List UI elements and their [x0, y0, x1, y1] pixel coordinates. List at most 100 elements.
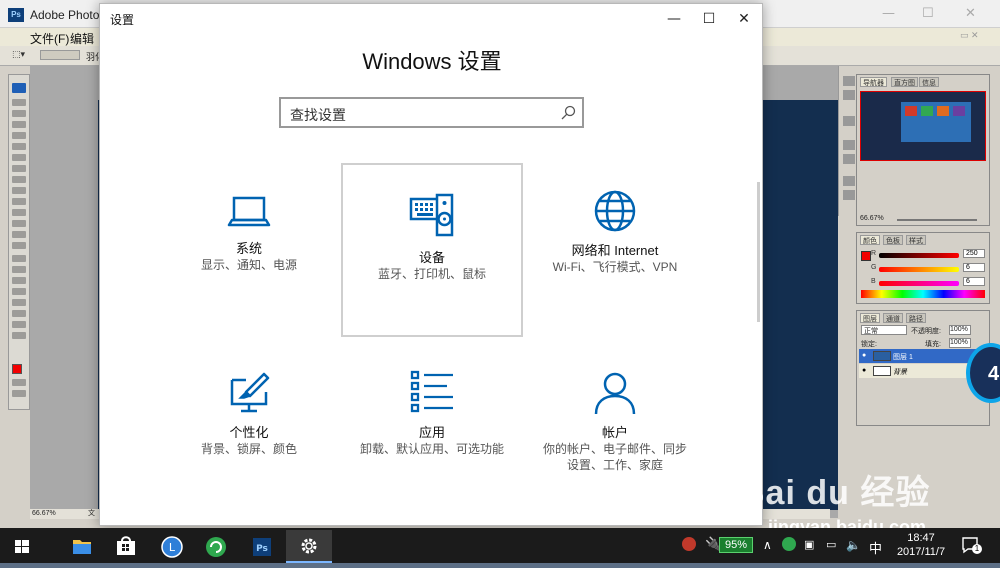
magic-wand-tool-icon[interactable]	[12, 132, 26, 139]
tab-navigator[interactable]: 导航器	[860, 77, 887, 87]
ps-zoom-status: 66.67%	[32, 510, 56, 517]
volume-icon[interactable]: 🔈	[846, 538, 861, 552]
tab-layers[interactable]: 图层	[860, 313, 880, 323]
quick-mask-icon[interactable]	[12, 379, 26, 386]
start-button[interactable]	[0, 530, 44, 563]
brush-tool-icon[interactable]	[12, 176, 26, 183]
zoom-tool-icon[interactable]	[12, 332, 26, 339]
path-selection-tool-icon[interactable]	[12, 255, 26, 262]
dock-button[interactable]	[843, 90, 855, 100]
blend-mode-select[interactable]: 正常	[861, 325, 907, 335]
tile-system[interactable]: 系统 显示、通知、电源	[158, 192, 340, 366]
ps-maximize-button[interactable]: ☐	[922, 6, 934, 21]
ime-indicator[interactable]: 中	[869, 538, 882, 557]
opacity-input[interactable]: 100%	[949, 325, 971, 335]
ps-close-button[interactable]: ✕	[965, 6, 976, 21]
layer-name[interactable]: 背景	[893, 367, 907, 377]
tray-app-icon[interactable]: ▣	[804, 538, 814, 551]
tab-channels[interactable]: 通道	[883, 313, 903, 323]
taskbar-photoshop[interactable]: Ps	[240, 530, 284, 563]
slider-green[interactable]	[879, 267, 959, 272]
tab-styles[interactable]: 样式	[906, 235, 926, 245]
value-blue[interactable]: 6	[963, 277, 985, 286]
menu-edit[interactable]: 编辑	[70, 30, 94, 47]
notes-tool-icon[interactable]	[12, 299, 26, 306]
fill-input[interactable]: 100%	[949, 338, 971, 348]
history-brush-tool-icon[interactable]	[12, 198, 26, 205]
tile-personalization[interactable]: 个性化 背景、锁屏、颜色	[158, 370, 340, 544]
value-red[interactable]: 250	[963, 249, 985, 258]
tab-histogram[interactable]: 直方图	[891, 77, 918, 87]
taskbar-store[interactable]	[104, 530, 148, 563]
clone-stamp-tool-icon[interactable]	[12, 187, 26, 194]
slider-red[interactable]	[879, 253, 959, 258]
navigator-zoom-slider[interactable]	[897, 219, 977, 221]
healing-brush-tool-icon[interactable]	[12, 165, 26, 172]
blur-tool-icon[interactable]	[12, 231, 26, 238]
network-icon[interactable]: ▭	[826, 538, 836, 551]
slice-tool-icon[interactable]	[12, 154, 26, 161]
marquee-tool-icon[interactable]: ⬚▾	[12, 49, 25, 60]
pen-tool-icon[interactable]	[12, 277, 26, 284]
dock-button[interactable]	[843, 76, 855, 86]
move-tool-icon[interactable]	[12, 99, 26, 106]
screen-mode-icon[interactable]	[12, 390, 26, 397]
dock-button[interactable]	[843, 190, 855, 200]
selection-mode-buttons[interactable]	[40, 50, 80, 60]
taskbar-settings[interactable]	[286, 530, 332, 563]
tile-devices[interactable]: 设备 蓝牙、打印机、鼠标	[341, 163, 523, 337]
battery-indicator[interactable]: 95%	[719, 537, 753, 553]
lasso-tool-icon[interactable]	[12, 121, 26, 128]
clock[interactable]: 18:47 2017/11/7	[892, 531, 950, 559]
folder-icon	[73, 540, 91, 554]
tab-color[interactable]: 颜色	[860, 235, 880, 245]
eye-icon[interactable]: ●	[862, 367, 866, 374]
label-g: G	[871, 264, 877, 271]
gradient-tool-icon[interactable]	[12, 220, 26, 227]
panel-fg-swatch[interactable]	[861, 251, 871, 261]
taskbar-app-l[interactable]: L	[150, 530, 194, 563]
tab-paths[interactable]: 路径	[906, 313, 926, 323]
eraser-tool-icon[interactable]	[12, 209, 26, 216]
navigator-zoom[interactable]: 66.67%	[860, 215, 884, 222]
dock-button[interactable]	[843, 116, 855, 126]
minimize-button[interactable]: —	[660, 8, 688, 30]
shape-tool-icon[interactable]	[12, 288, 26, 295]
navigator-preview[interactable]	[860, 91, 986, 161]
eyedropper-tool-icon[interactable]	[12, 310, 26, 317]
search-icon[interactable]	[559, 104, 577, 122]
dock-button[interactable]	[843, 154, 855, 164]
slider-blue[interactable]	[879, 281, 959, 286]
tray-red-app-icon[interactable]	[682, 537, 696, 551]
tab-swatches[interactable]: 色板	[883, 235, 903, 245]
dodge-tool-icon[interactable]	[12, 242, 26, 249]
tile-accounts[interactable]: 帐户 你的帐户、电子邮件、同步设置、工作、家庭	[524, 370, 706, 544]
dock-button[interactable]	[843, 176, 855, 186]
menu-file[interactable]: 文件(F)	[30, 30, 69, 47]
foreground-color-swatch[interactable]	[12, 364, 22, 374]
taskbar-refresh-app[interactable]	[194, 530, 238, 563]
ps-minimize-button[interactable]: —	[882, 6, 895, 21]
tile-network[interactable]: 网络和 Internet Wi-Fi、飞行模式、VPN	[524, 190, 706, 366]
ps-mdi-controls-icon[interactable]: ▭ ✕	[960, 30, 979, 41]
dock-button[interactable]	[843, 140, 855, 150]
taskbar-file-explorer[interactable]	[60, 530, 104, 563]
search-input[interactable]: 查找设置	[279, 97, 584, 128]
layer-name[interactable]: 图层 1	[893, 352, 913, 362]
eye-icon[interactable]: ●	[862, 352, 866, 359]
tab-info[interactable]: 信息	[919, 77, 939, 87]
crop-tool-icon[interactable]	[12, 143, 26, 150]
value-green[interactable]: 6	[963, 263, 985, 272]
tile-apps[interactable]: 应用 卸载、默认应用、可选功能	[341, 370, 523, 544]
windows-logo-icon	[15, 540, 29, 553]
marquee-tool-icon-2[interactable]	[12, 110, 26, 117]
type-tool-icon[interactable]	[12, 266, 26, 273]
action-center-button[interactable]: 1	[960, 535, 982, 555]
close-button[interactable]: ✕	[730, 8, 758, 30]
hand-tool-icon[interactable]	[12, 321, 26, 328]
color-spectrum-bar[interactable]	[861, 290, 985, 298]
scrollbar[interactable]	[757, 182, 760, 322]
tray-green-app-icon[interactable]	[782, 537, 796, 551]
chevron-up-icon[interactable]: ∧	[763, 538, 772, 552]
maximize-button[interactable]: ☐	[695, 8, 723, 30]
